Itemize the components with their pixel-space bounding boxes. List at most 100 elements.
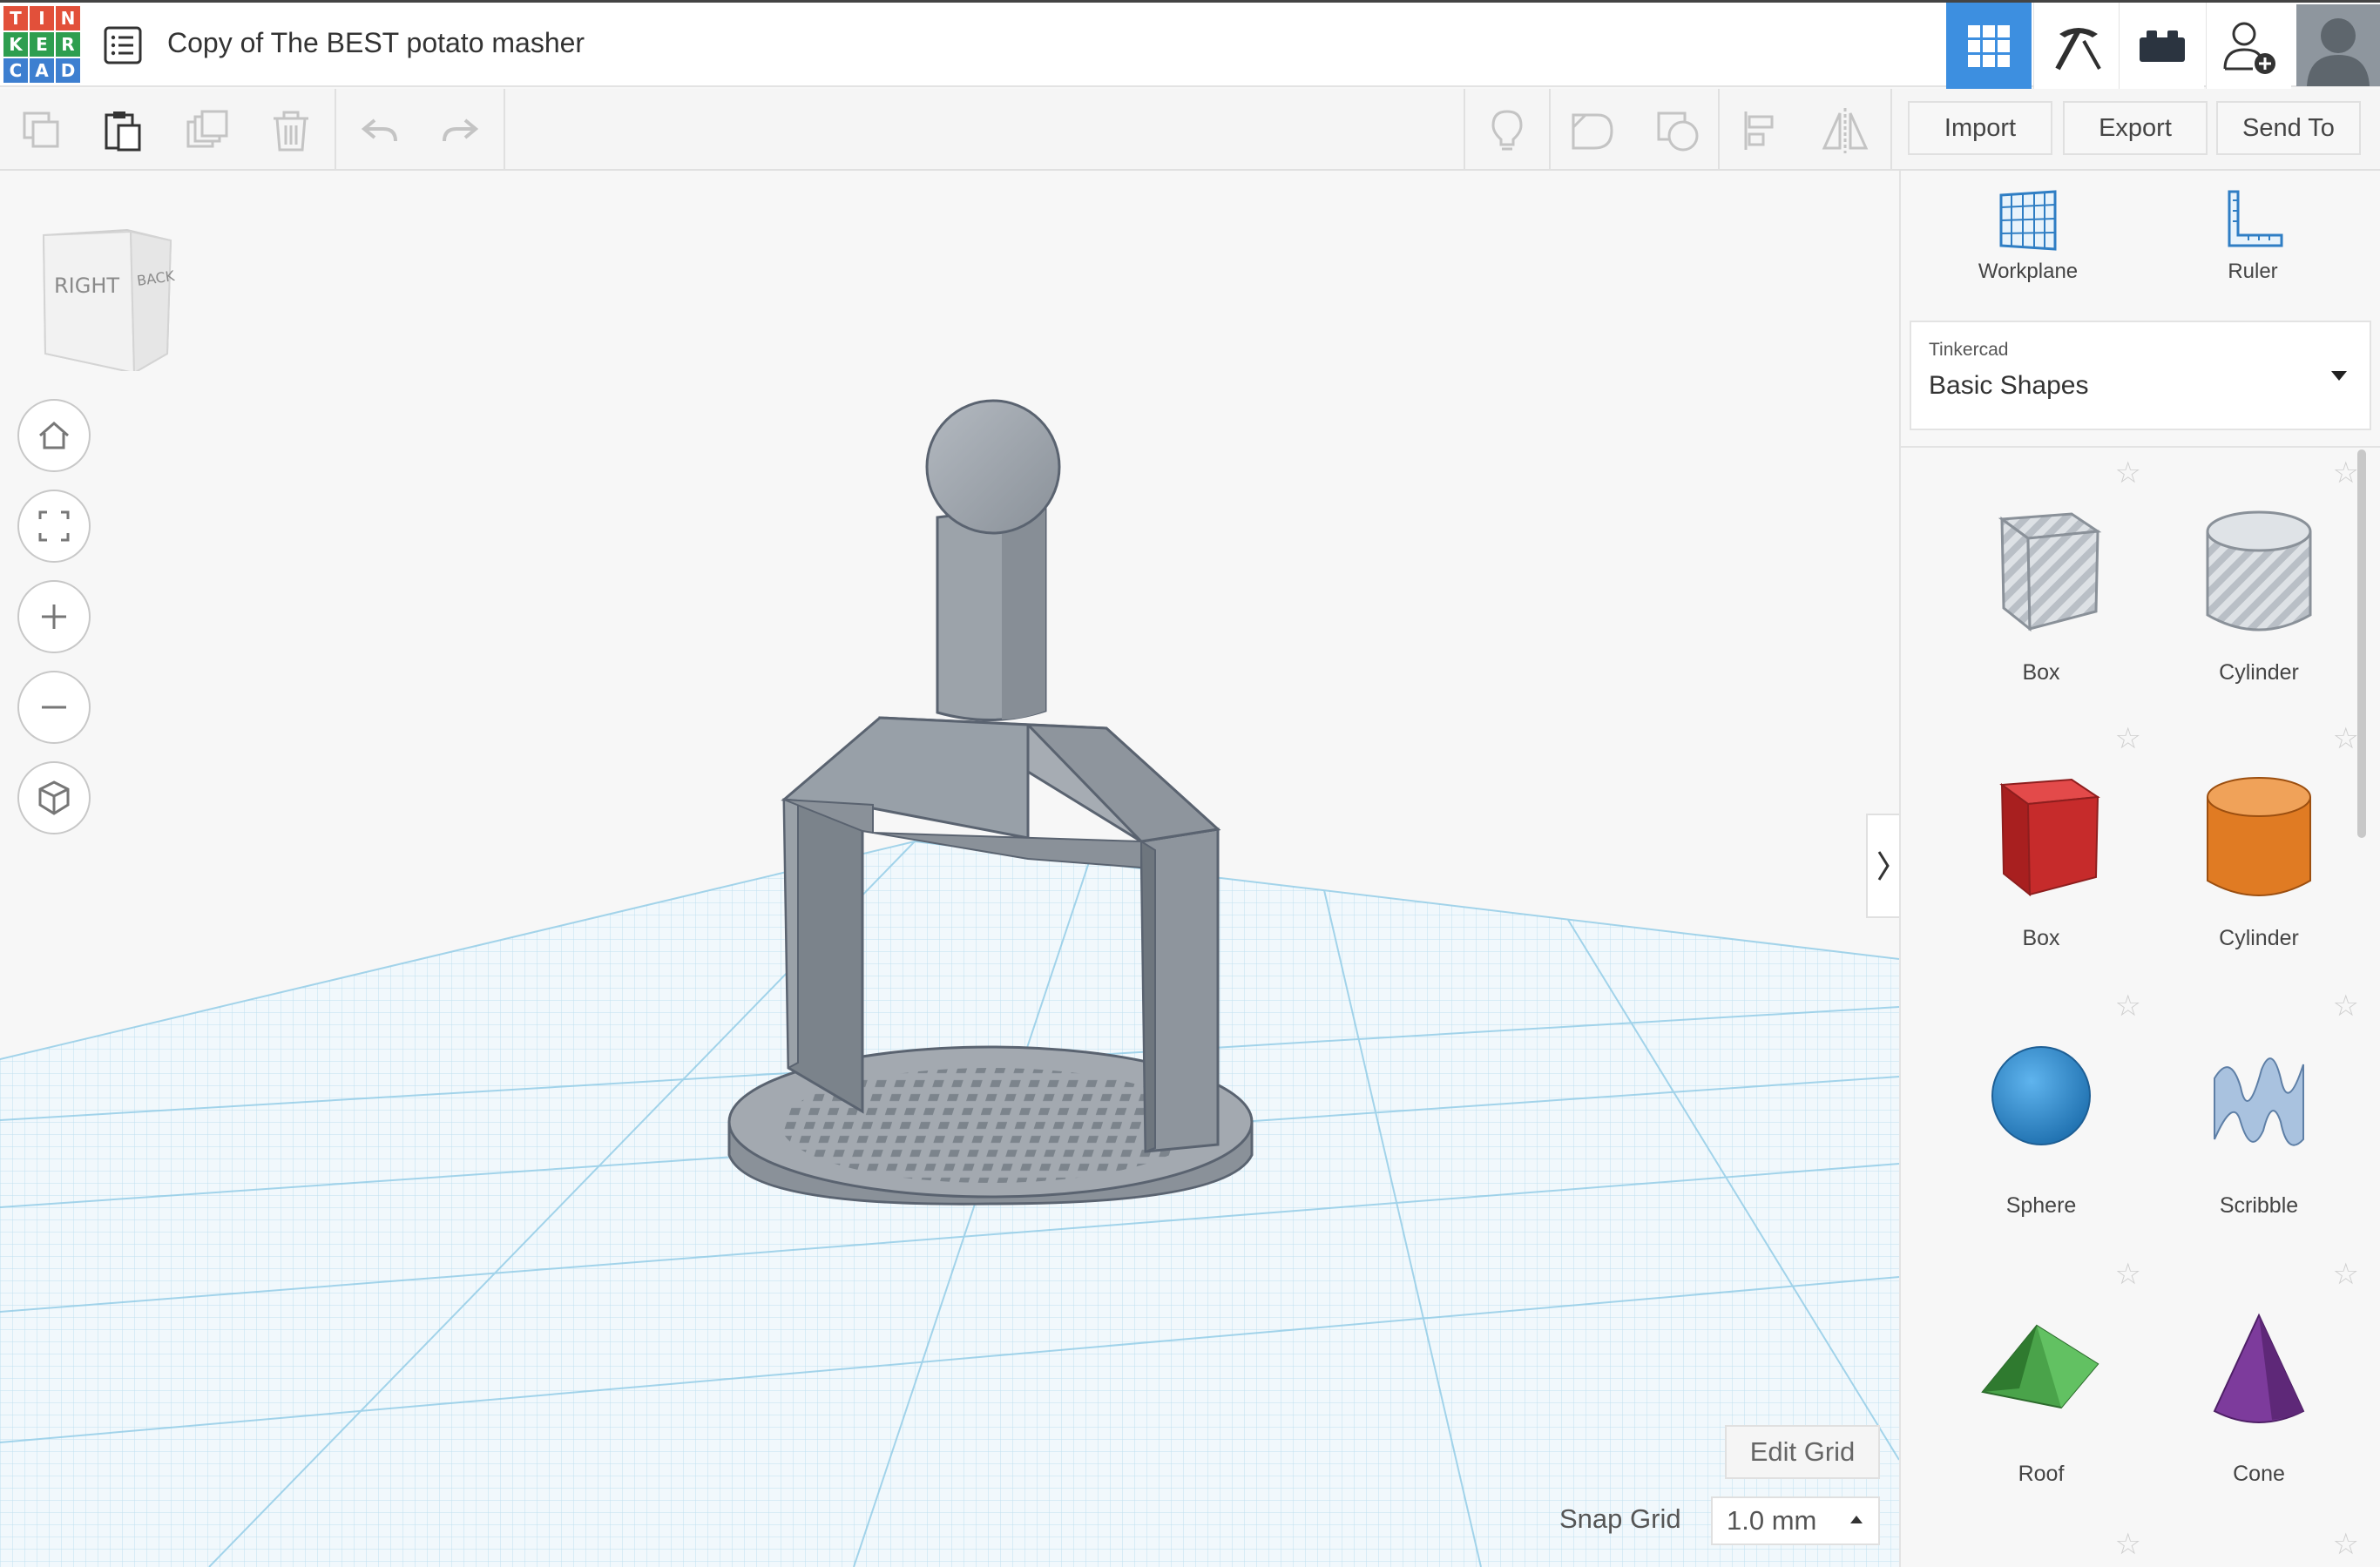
chevron-down-icon (2331, 371, 2347, 381)
align-icon (1744, 111, 1774, 150)
shape-box-striped[interactable]: ☆ Box (1932, 458, 2150, 711)
shape-cylinder-striped[interactable]: ☆ Cylinder (2150, 458, 2368, 711)
star-icon[interactable]: ☆ (2115, 991, 2141, 1021)
show-all-button[interactable] (1479, 103, 1535, 159)
copy-icon (23, 111, 59, 148)
mirror-button[interactable] (1817, 103, 1873, 159)
cylinder-striped-icon (2206, 510, 2312, 632)
logo-letter: R (56, 32, 80, 57)
duplicate-button[interactable] (179, 103, 235, 159)
library-caption: Tinkercad (1929, 340, 2009, 360)
workplane-scene[interactable] (0, 171, 1899, 1567)
codeblocks-view-button[interactable] (2119, 3, 2204, 90)
edit-grid-button[interactable]: Edit Grid (1725, 1425, 1880, 1479)
star-icon[interactable]: ☆ (2333, 991, 2359, 1021)
ungroup-button[interactable] (1650, 103, 1706, 159)
workplane-tool-label: Workplane (1978, 260, 2079, 283)
export-button[interactable]: Export (2063, 101, 2208, 155)
star-icon[interactable]: ☆ (2333, 724, 2359, 753)
logo-letter: N (56, 6, 80, 30)
logo-letter: T (3, 6, 28, 30)
shape-label: Box (2022, 926, 2060, 950)
perspective-toggle-button[interactable] (17, 761, 91, 834)
trash-icon (274, 111, 308, 152)
sphere-blue-icon (1991, 1046, 2091, 1145)
home-view-button[interactable] (17, 399, 91, 472)
undo-button[interactable] (352, 103, 408, 159)
shape-cone[interactable]: ☆ Cone (2150, 1260, 2368, 1512)
shape-sphere[interactable]: ☆ Sphere (1932, 991, 2150, 1244)
shape-label: Scribble (2219, 1193, 2299, 1218)
star-icon[interactable]: ☆ (2115, 724, 2141, 753)
view-cube[interactable]: RIGHT BACK (35, 223, 183, 371)
star-icon[interactable]: ☆ (2333, 458, 2359, 488)
group-button[interactable] (1565, 103, 1620, 159)
star-icon[interactable]: ☆ (2333, 1530, 2359, 1559)
copy-button[interactable] (14, 103, 70, 159)
logo-letter: A (30, 58, 54, 83)
star-icon[interactable]: ☆ (2115, 1260, 2141, 1289)
pickaxe-icon (2054, 28, 2101, 71)
logo-letter: C (3, 58, 28, 83)
shape-next-row[interactable]: ☆ (2150, 1530, 2368, 1564)
shape-box[interactable]: ☆ Box (1932, 724, 2150, 976)
scribble-icon (2214, 1057, 2304, 1146)
align-button[interactable] (1734, 103, 1789, 159)
snap-grid-select[interactable]: 1.0 mm (1711, 1496, 1880, 1545)
circuits-view-button[interactable] (2033, 3, 2119, 90)
zoom-out-button[interactable] (17, 671, 91, 744)
star-icon[interactable]: ☆ (2115, 1530, 2141, 1559)
top-bar: T I N K E R C A D Copy of The BEST potat… (0, 0, 2380, 90)
delete-button[interactable] (263, 103, 319, 159)
box-striped-icon (1998, 512, 2102, 632)
fit-view-icon (38, 510, 70, 542)
workplane-tool-button[interactable]: Workplane (1958, 188, 2098, 301)
paste-button[interactable] (94, 103, 150, 159)
potato-masher-model[interactable] (727, 399, 1254, 1206)
undo-icon (361, 118, 397, 142)
shape-roof[interactable]: ☆ Roof (1932, 1260, 2150, 1512)
3d-design-view-button[interactable] (1946, 3, 2032, 90)
import-button[interactable]: Import (1908, 101, 2052, 155)
duplicate-icon (186, 110, 228, 148)
cylinder-orange-icon (2207, 777, 2311, 896)
ruler-tool-label: Ruler (2228, 260, 2278, 283)
send-to-button[interactable]: Send To (2216, 101, 2361, 155)
design-list-button[interactable] (101, 24, 145, 67)
user-avatar[interactable] (2296, 4, 2380, 86)
star-icon[interactable]: ☆ (2333, 1260, 2359, 1289)
star-icon[interactable]: ☆ (2115, 458, 2141, 488)
shape-library-select[interactable]: Tinkercad Basic Shapes (1910, 321, 2371, 430)
shape-label: Cylinder (2219, 926, 2299, 950)
shape-label: Cone (2233, 1462, 2285, 1486)
viewcube-right-label: RIGHT (54, 274, 119, 298)
zoom-in-button[interactable] (17, 580, 91, 653)
tinkercad-logo[interactable]: T I N K E R C A D (3, 6, 80, 83)
design-title[interactable]: Copy of The BEST potato masher (167, 27, 585, 59)
redo-icon (443, 118, 479, 142)
brick-icon (2139, 30, 2185, 62)
toolbar-divider (1890, 89, 1892, 171)
redo-button[interactable] (432, 103, 488, 159)
logo-letter: I (30, 6, 54, 30)
group-icon (1572, 113, 1613, 150)
snap-grid-value: 1.0 mm (1727, 1505, 1817, 1536)
toolbar-divider (1549, 89, 1551, 171)
add-user-icon (2223, 22, 2275, 74)
box-red-icon (1999, 778, 2100, 897)
snap-grid-label: Snap Grid (1559, 1503, 1681, 1534)
collapse-panel-button[interactable] (1866, 814, 1899, 918)
shape-label: Roof (2018, 1462, 2065, 1486)
tinkercad-app: { "app": { "logo_letters": ["T","I","N",… (0, 0, 2380, 1567)
shape-scribble[interactable]: ☆ Scribble (2150, 991, 2368, 1244)
3d-viewport[interactable]: RIGHT BACK Edit Grid Snap Grid 1.0 mm (0, 171, 1899, 1567)
invite-user-button[interactable] (2206, 3, 2291, 90)
fit-view-button[interactable] (17, 490, 91, 563)
toolbar-divider (1464, 89, 1465, 171)
shape-label: Cylinder (2219, 660, 2299, 685)
shape-cylinder[interactable]: ☆ Cylinder (2150, 724, 2368, 976)
shape-next-row[interactable]: ☆ (1932, 1530, 2150, 1564)
ruler-tool-button[interactable]: Ruler (2183, 188, 2323, 301)
panel-scrollbar[interactable] (2357, 449, 2366, 838)
logo-letter: K (3, 32, 28, 57)
